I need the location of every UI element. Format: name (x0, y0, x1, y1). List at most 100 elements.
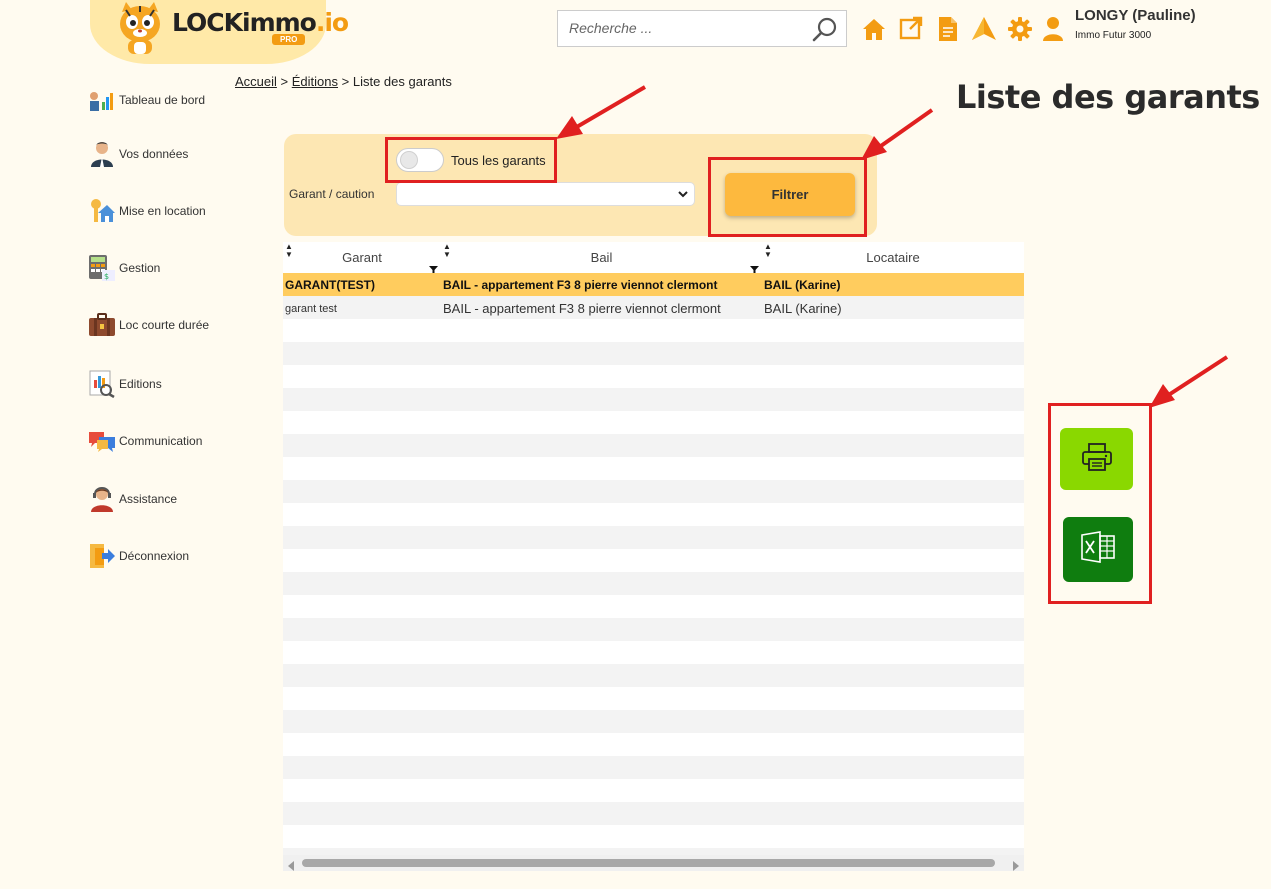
empty-table-row (283, 664, 1024, 687)
notification-icon[interactable] (971, 16, 997, 47)
profile-icon (88, 140, 116, 168)
search-input[interactable] (567, 19, 811, 37)
column-header-locataire[interactable]: ▲ ▼ Locataire (762, 242, 1024, 272)
sidebar-item-communication[interactable]: Communication (88, 427, 202, 455)
document-icon[interactable] (938, 16, 958, 47)
page-title: Liste des garants (956, 78, 1260, 116)
sidebar-item-management[interactable]: $ Gestion (88, 254, 160, 282)
cell-bail: BAIL - appartement F3 8 pierre viennot c… (443, 301, 721, 316)
empty-table-row (283, 503, 1024, 526)
sidebar-item-dashboard[interactable]: Tableau de bord (88, 86, 205, 114)
breadcrumb-current: Liste des garants (352, 74, 452, 89)
empty-table-row (283, 342, 1024, 365)
guarantor-label: Garant / caution (289, 187, 375, 201)
toggle-knob (400, 151, 418, 169)
empty-table-row (283, 710, 1024, 733)
sidebar-item-profile[interactable]: Vos données (88, 140, 188, 168)
sidebar-item-editions[interactable]: Editions (88, 370, 162, 398)
user-icon[interactable] (1042, 16, 1064, 47)
breadcrumb: Accueil > Éditions > Liste des garants (235, 74, 452, 89)
sidebar-item-label: Communication (119, 434, 203, 448)
search-icon[interactable] (812, 17, 838, 48)
empty-table-row (283, 319, 1024, 342)
dashboard-icon (88, 86, 116, 114)
excel-icon (1081, 531, 1115, 568)
breadcrumb-editions-link[interactable]: Éditions (292, 74, 338, 89)
sidebar-item-label: Gestion (119, 261, 161, 275)
logo-text[interactable]: LOCKimmo.io (172, 8, 349, 37)
user-company: Immo Futur 3000 (1075, 30, 1152, 41)
calculator-icon: $ (88, 254, 116, 282)
suitcase-icon (88, 311, 116, 339)
support-icon (88, 485, 116, 513)
cell-locataire: BAIL (Karine) (764, 301, 842, 316)
svg-text:$: $ (104, 272, 109, 281)
scroll-right-icon[interactable] (1012, 858, 1020, 876)
empty-table-row (283, 572, 1024, 595)
excel-export-button[interactable] (1063, 517, 1133, 582)
chevron-down-icon (677, 187, 689, 206)
empty-table-row (283, 733, 1024, 756)
sidebar-item-rental[interactable]: Mise en location (88, 197, 206, 225)
logo-pro-badge: PRO (272, 34, 306, 45)
guarantors-table: ▲ ▼ Garant ▲ ▼ Bail ▲ ▼ Locataire GARANT(TE… (283, 242, 1024, 870)
chat-icon (88, 427, 116, 455)
sidebar-item-label: Assistance (119, 492, 178, 506)
sidebar-item-label: Mise en location (119, 204, 206, 218)
empty-table-row (283, 756, 1024, 779)
external-link-icon[interactable] (899, 16, 923, 45)
empty-table-row (283, 825, 1024, 848)
breadcrumb-home-link[interactable]: Accueil (235, 74, 277, 89)
table-header: ▲ ▼ Garant ▲ ▼ Bail ▲ ▼ Locataire (283, 242, 1024, 275)
sidebar-item-label: Loc courte durée (119, 318, 210, 332)
column-header-bail[interactable]: ▲ ▼ Bail (441, 242, 762, 272)
column-header-garant[interactable]: ▲ ▼ Garant (283, 242, 441, 272)
gear-icon[interactable] (1007, 16, 1033, 47)
empty-table-row (283, 480, 1024, 503)
scrollbar-thumb[interactable] (302, 859, 995, 867)
horizontal-scrollbar[interactable] (283, 855, 1024, 871)
guarantor-select[interactable] (396, 182, 695, 206)
sidebar-item-assistance[interactable]: Assistance (88, 485, 177, 513)
empty-table-row (283, 526, 1024, 549)
printer-icon (1081, 442, 1113, 477)
house-key-icon (88, 197, 116, 225)
all-guarantors-toggle[interactable] (396, 148, 444, 172)
empty-table-row (283, 595, 1024, 618)
empty-table-row (283, 802, 1024, 825)
sidebar-item-label: Editions (119, 377, 162, 391)
empty-table-row (283, 388, 1024, 411)
empty-table-row (283, 549, 1024, 572)
empty-table-row (283, 434, 1024, 457)
breadcrumb-separator: > (280, 74, 289, 89)
all-guarantors-label: Tous les garants (451, 153, 546, 168)
sidebar-item-short-term[interactable]: Loc courte durée (88, 311, 209, 339)
scroll-left-icon[interactable] (287, 858, 295, 876)
sidebar-item-label: Tableau de bord (119, 93, 206, 107)
cell-locataire: BAIL (Karine) (764, 278, 841, 292)
empty-table-row (283, 779, 1024, 802)
empty-table-row (283, 687, 1024, 710)
cell-bail: BAIL - appartement F3 8 pierre viennot c… (443, 278, 718, 292)
print-button[interactable] (1060, 428, 1133, 490)
cell-garant: GARANT(TEST) (285, 278, 375, 292)
home-icon[interactable] (861, 16, 887, 47)
sidebar-item-label: Déconnexion (119, 549, 190, 563)
empty-table-row (283, 641, 1024, 664)
breadcrumb-separator: > (341, 74, 350, 89)
filter-button[interactable]: Filtrer (725, 173, 855, 216)
empty-table-row (283, 365, 1024, 388)
sidebar-item-label: Vos données (119, 147, 189, 161)
table-row[interactable]: GARANT(TEST) BAIL - appartement F3 8 pie… (283, 273, 1024, 296)
search-box (557, 10, 847, 47)
sidebar-item-logout[interactable]: Déconnexion (88, 542, 189, 570)
empty-table-row (283, 411, 1024, 434)
table-row[interactable]: garant test BAIL - appartement F3 8 pier… (283, 296, 1024, 319)
logout-icon (88, 542, 116, 570)
user-name[interactable]: LONGY (Pauline) (1075, 7, 1196, 24)
tiger-mascot-icon (112, 2, 168, 59)
empty-table-row (283, 618, 1024, 641)
report-icon (88, 370, 116, 398)
cell-garant: garant test (285, 303, 337, 315)
empty-table-row (283, 457, 1024, 480)
